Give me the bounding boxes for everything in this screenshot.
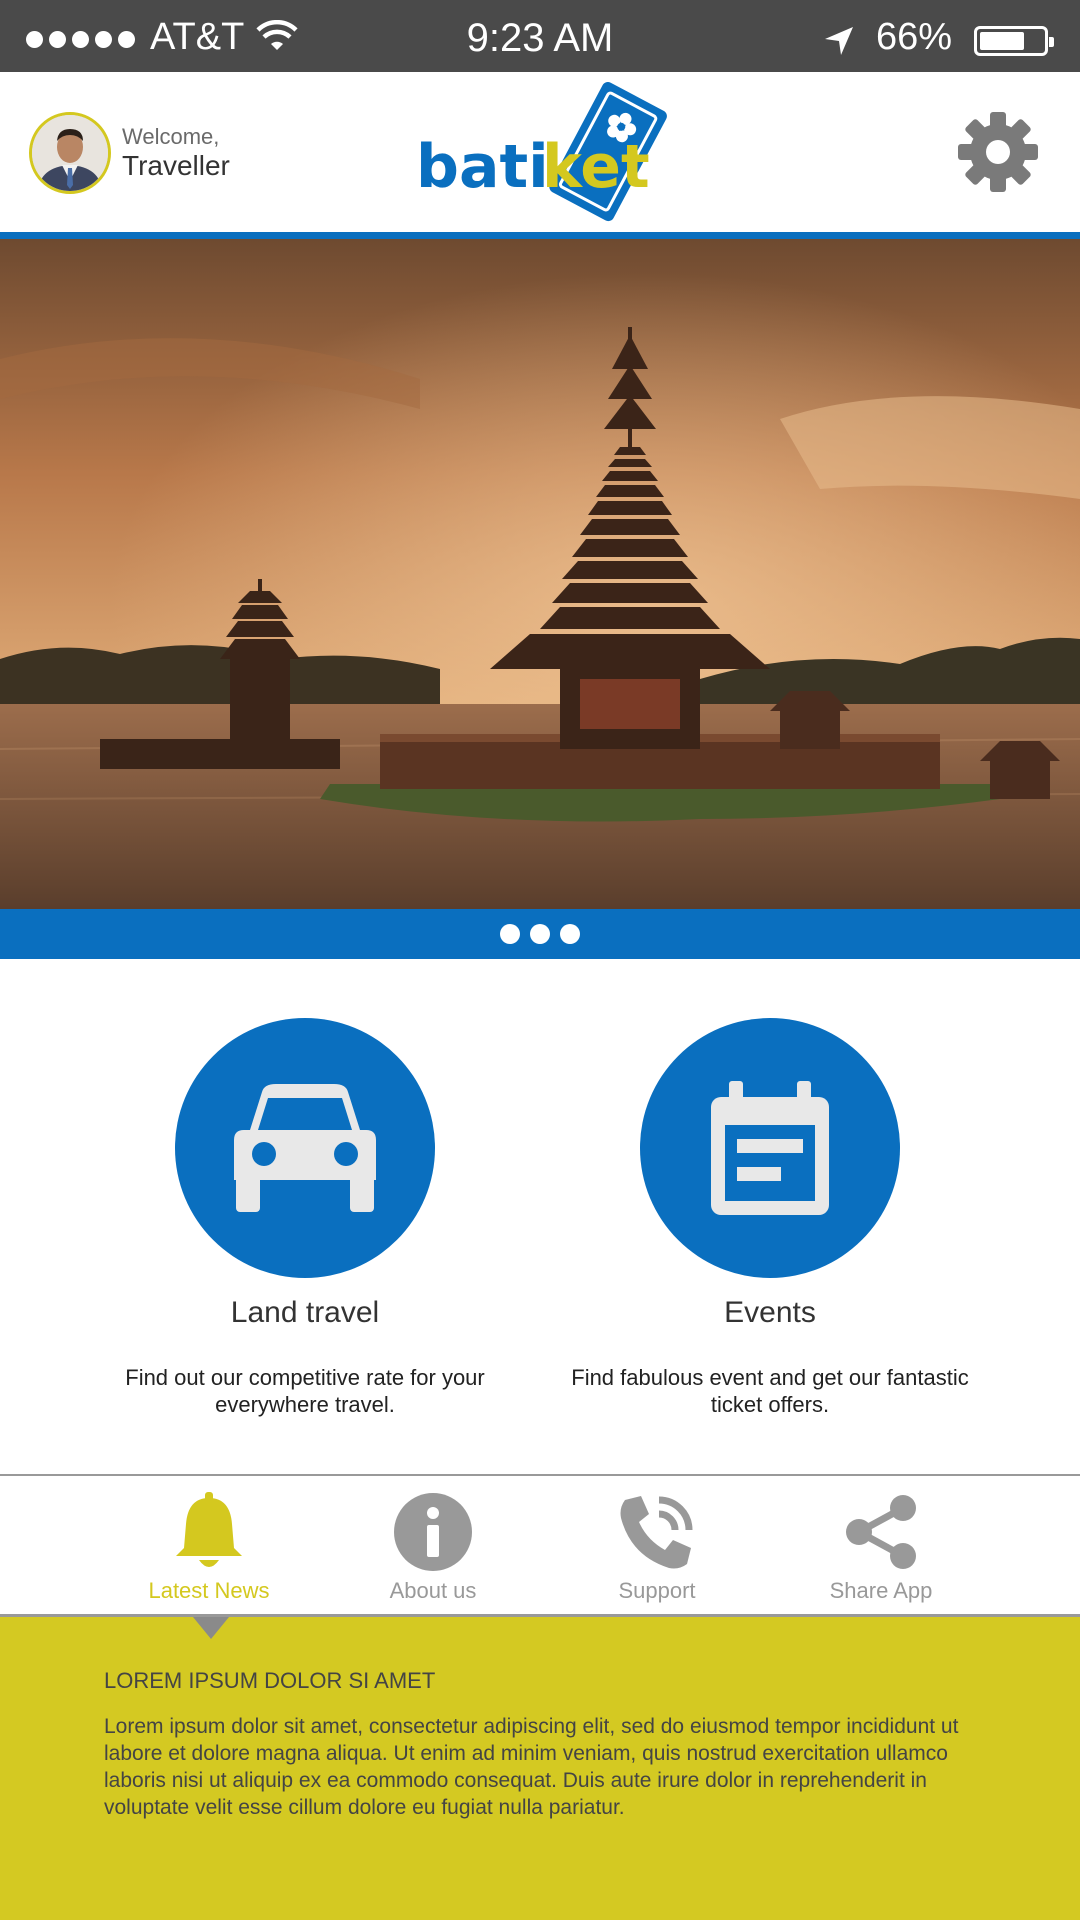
calendar-icon <box>711 1081 829 1215</box>
tab-about-us[interactable]: About us <box>343 1492 523 1604</box>
tab-support-label: Support <box>618 1578 696 1603</box>
avatar[interactable] <box>29 112 111 194</box>
location-arrow-icon <box>825 27 853 55</box>
carousel-dot-1[interactable] <box>500 924 520 944</box>
latest-news-panel: LOREM IPSUM DOLOR SI AMET Lorem ipsum do… <box>0 1617 1080 1920</box>
events-description: Find fabulous event and get our fantasti… <box>571 1365 969 1417</box>
username-label: Traveller <box>122 150 230 181</box>
tab-latest-news-label: Latest News <box>148 1578 270 1603</box>
land-travel-description: Find out our competitive rate for your e… <box>125 1365 485 1417</box>
tab-support[interactable]: Support <box>567 1492 747 1604</box>
land-travel-button[interactable] <box>175 1018 435 1278</box>
welcome-label: Welcome, <box>122 124 220 149</box>
svg-text:ket: ket <box>542 132 650 202</box>
news-title: LOREM IPSUM DOLOR SI AMET <box>104 1668 436 1693</box>
tab-about-us-label: About us <box>389 1578 477 1603</box>
share-icon <box>846 1495 916 1569</box>
active-tab-pointer <box>193 1617 229 1639</box>
app-header: Welcome, Traveller bati ket <box>0 72 1080 232</box>
events-title: Events <box>724 1296 816 1329</box>
battery-icon <box>974 26 1054 56</box>
hero-image[interactable] <box>0 239 1080 909</box>
status-bar: AT&T 9:23 AM 66% <box>0 0 1080 72</box>
gear-icon[interactable] <box>958 112 1038 192</box>
car-icon <box>234 1084 376 1212</box>
events-card[interactable]: Events Find fabulous event and get our f… <box>540 1018 1000 1418</box>
tab-latest-news[interactable]: Latest News <box>119 1492 299 1604</box>
bell-icon <box>176 1492 242 1567</box>
news-body: Lorem ipsum dolor sit amet, consectetur … <box>104 1715 959 1819</box>
carousel-dot-2[interactable] <box>530 924 550 944</box>
carousel-dot-3[interactable] <box>560 924 580 944</box>
carousel-indicator-bar <box>0 909 1080 959</box>
land-travel-title: Land travel <box>230 1296 380 1329</box>
events-button[interactable] <box>640 1018 900 1278</box>
info-icon <box>394 1493 472 1571</box>
land-travel-card[interactable]: Land travel Find out our competitive rat… <box>75 1018 535 1418</box>
tab-share-app-label: Share App <box>829 1578 933 1603</box>
tab-bar: Latest News About us Support Share App <box>0 1476 1080 1614</box>
batiket-logo: bati ket <box>416 82 667 222</box>
header-divider <box>0 232 1080 239</box>
battery-percentage: 66% <box>876 16 953 58</box>
svg-text:bati: bati <box>416 132 549 202</box>
tab-share-app[interactable]: Share App <box>791 1492 971 1604</box>
phone-icon <box>620 1496 693 1569</box>
carousel-dots[interactable] <box>0 924 1080 944</box>
